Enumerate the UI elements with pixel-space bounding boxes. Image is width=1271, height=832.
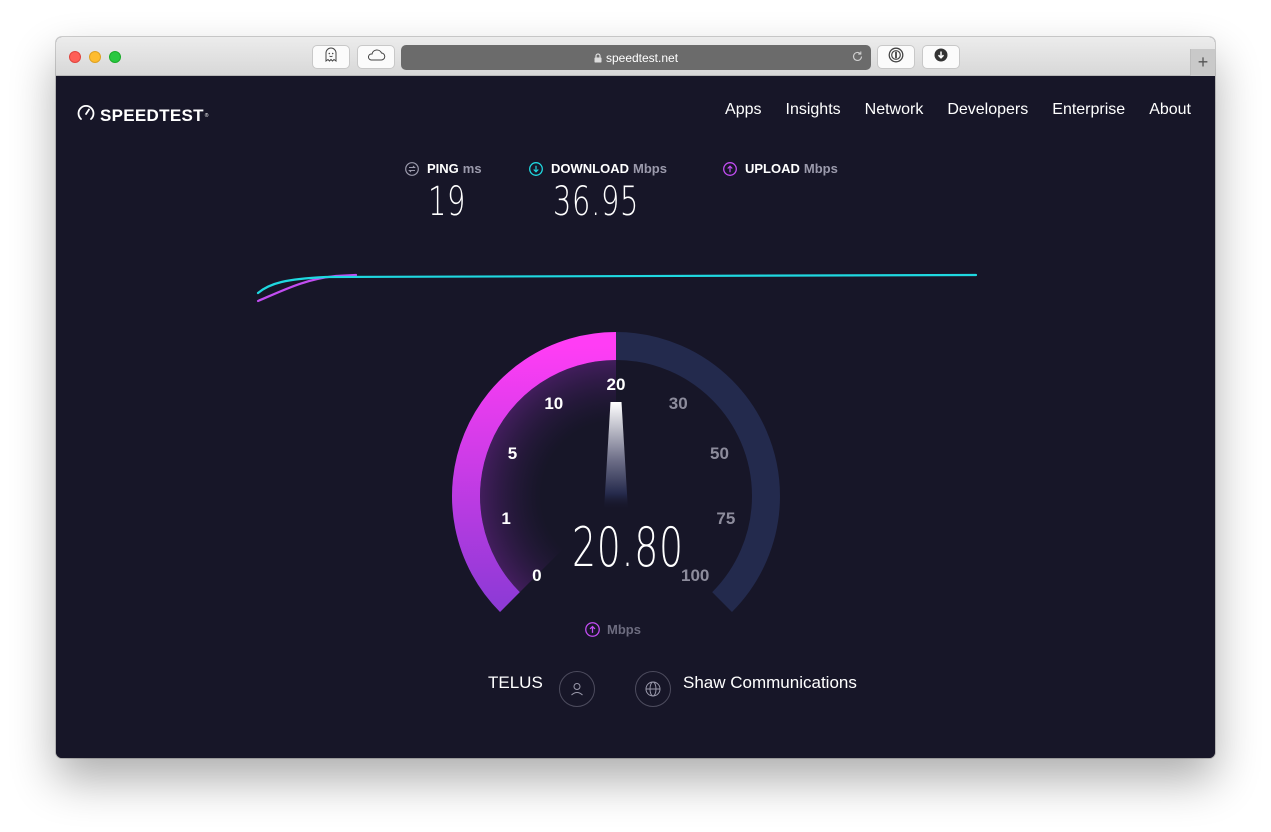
speedtest-page: SPEEDTEST ® Apps Insights Network Develo… xyxy=(56,76,1215,758)
ghostery-button[interactable] xyxy=(312,45,350,69)
server-info: Shaw Communications xyxy=(635,671,857,707)
gauge-scale-label: 100 xyxy=(681,566,709,585)
download-arrow-icon xyxy=(529,161,543,176)
isp-info: TELUS xyxy=(488,671,595,707)
url-text: speedtest.net xyxy=(605,50,679,65)
nav-apps[interactable]: Apps xyxy=(725,101,761,119)
download-graph-line xyxy=(256,273,978,295)
speed-history-graph xyxy=(256,273,978,303)
minimize-window-button[interactable] xyxy=(89,51,101,63)
gauge-scale-label: 30 xyxy=(669,394,688,413)
reload-icon[interactable] xyxy=(851,50,864,66)
upload-unit: Mbps xyxy=(803,161,838,176)
ping-metric: PING ms 19 xyxy=(405,161,482,225)
upload-metric: UPLOAD Mbps xyxy=(723,161,838,176)
gauge-scale-label: 50 xyxy=(710,444,729,463)
gauge-scale-label: 75 xyxy=(716,509,735,528)
lock-icon xyxy=(594,52,602,63)
current-speed-unit: Mbps xyxy=(585,622,641,637)
ghost-icon xyxy=(324,47,338,68)
nav-network[interactable]: Network xyxy=(865,101,924,119)
gauge-scale-label: 5 xyxy=(508,444,517,463)
isp-name: TELUS xyxy=(488,673,543,692)
server-name[interactable]: Shaw Communications xyxy=(683,673,857,693)
browser-window: speedtest.net + SPEEDTEST ® Apps Insight… xyxy=(56,37,1215,758)
gauge-scale-label: 20 xyxy=(607,375,626,394)
cloud-icon xyxy=(366,48,386,66)
gauge-scale-label: 0 xyxy=(532,566,541,585)
download-unit: Mbps xyxy=(633,161,667,176)
upload-arrow-icon xyxy=(723,161,737,176)
ping-value: 19 xyxy=(428,179,467,225)
zoom-window-button[interactable] xyxy=(109,51,121,63)
logo-text: SPEEDTEST xyxy=(100,105,204,125)
user-icon[interactable] xyxy=(558,671,595,707)
ping-icon xyxy=(405,161,419,176)
speed-gauge: 0 1 5 10 20 30 50 75 100 xyxy=(452,332,780,612)
nav-insights[interactable]: Insights xyxy=(786,101,841,119)
address-bar[interactable]: speedtest.net xyxy=(401,45,871,70)
download-value: 36.95 xyxy=(553,179,640,225)
logo-trademark: ® xyxy=(204,112,209,119)
globe-icon[interactable] xyxy=(635,671,671,707)
download-label: DOWNLOAD xyxy=(551,161,629,176)
speed-unit-label: Mbps xyxy=(607,622,641,637)
ping-label: PING xyxy=(427,161,459,176)
nav-enterprise[interactable]: Enterprise xyxy=(1052,101,1125,119)
speedometer-logo-icon xyxy=(77,104,95,127)
upload-label: UPLOAD xyxy=(745,161,800,176)
speedtest-logo[interactable]: SPEEDTEST ® xyxy=(77,104,208,127)
gauge-scale-label: 10 xyxy=(544,394,563,413)
download-icon xyxy=(934,48,948,67)
current-speed-value: 20.80 xyxy=(572,516,684,579)
downloads-button[interactable] xyxy=(922,45,960,69)
onepassword-button[interactable] xyxy=(877,45,915,69)
browser-titlebar: speedtest.net + xyxy=(56,37,1215,76)
gauge-scale-label: 1 xyxy=(501,509,510,528)
download-metric: DOWNLOAD Mbps 36.95 xyxy=(529,161,667,225)
new-tab-button[interactable]: + xyxy=(1190,49,1215,76)
upload-arrow-icon xyxy=(585,622,600,637)
close-window-button[interactable] xyxy=(69,51,81,63)
icloud-tabs-button[interactable] xyxy=(357,45,395,69)
onepassword-icon xyxy=(888,47,904,68)
nav-developers[interactable]: Developers xyxy=(947,101,1028,119)
ping-unit: ms xyxy=(462,161,482,176)
main-nav: Apps Insights Network Developers Enterpr… xyxy=(725,101,1191,119)
nav-about[interactable]: About xyxy=(1149,101,1191,119)
